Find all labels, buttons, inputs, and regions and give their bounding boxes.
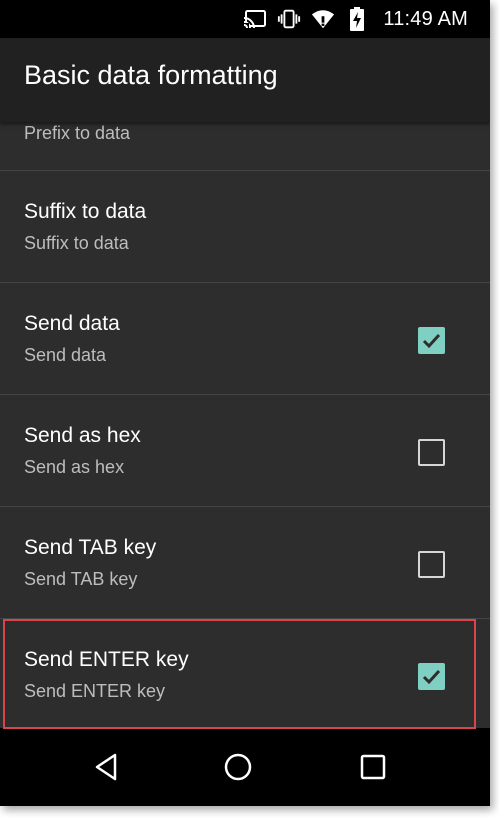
checkmark-icon (422, 669, 441, 685)
vibrate-icon (277, 7, 301, 31)
item-title: Send ENTER key (24, 648, 189, 671)
list-item-suffix-to-data[interactable]: Suffix to data Suffix to data (0, 171, 490, 283)
item-title: Send data (24, 312, 120, 335)
status-bar: 11:49 AM (0, 0, 490, 38)
recents-icon (360, 754, 386, 780)
back-button[interactable] (91, 751, 123, 783)
send-enter-key-checkbox[interactable] (418, 663, 445, 690)
list-item-send-data[interactable]: Send data Send data (0, 283, 490, 395)
list-item-send-enter-key[interactable]: Send ENTER key Send ENTER key (0, 619, 490, 728)
settings-list[interactable]: Prefix to data Suffix to data Suffix to … (0, 122, 490, 728)
action-bar: Basic data formatting (0, 38, 490, 122)
list-item-prefix-to-data[interactable]: Prefix to data (0, 122, 490, 171)
battery-charging-icon (345, 7, 369, 31)
send-data-checkbox[interactable] (418, 327, 445, 354)
list-item-send-as-hex[interactable]: Send as hex Send as hex (0, 395, 490, 507)
item-title: Suffix to data (24, 200, 147, 223)
item-summary: Suffix to data (24, 233, 129, 253)
item-title: Send TAB key (24, 536, 157, 559)
home-icon (224, 753, 252, 781)
back-icon (95, 753, 117, 781)
item-summary: Prefix to data (24, 123, 131, 143)
page-title: Basic data formatting (24, 60, 278, 90)
item-summary: Send TAB key (24, 569, 138, 589)
wifi-icon (311, 7, 335, 31)
home-button[interactable] (222, 751, 254, 783)
item-summary: Send data (24, 345, 107, 365)
list-item-send-tab-key[interactable]: Send TAB key Send TAB key (0, 507, 490, 619)
send-tab-key-checkbox[interactable] (418, 551, 445, 578)
item-summary: Send ENTER key (24, 681, 166, 701)
status-time: 11:49 AM (383, 7, 468, 30)
item-summary: Send as hex (24, 457, 125, 477)
checkmark-icon (422, 333, 441, 349)
recents-button[interactable] (357, 751, 389, 783)
item-title: Send as hex (24, 424, 141, 447)
device-screen: 11:49 AM Basic data formatting Prefix to… (0, 0, 490, 806)
send-as-hex-checkbox[interactable] (418, 439, 445, 466)
cast-icon (243, 7, 267, 31)
navigation-bar (0, 728, 490, 806)
